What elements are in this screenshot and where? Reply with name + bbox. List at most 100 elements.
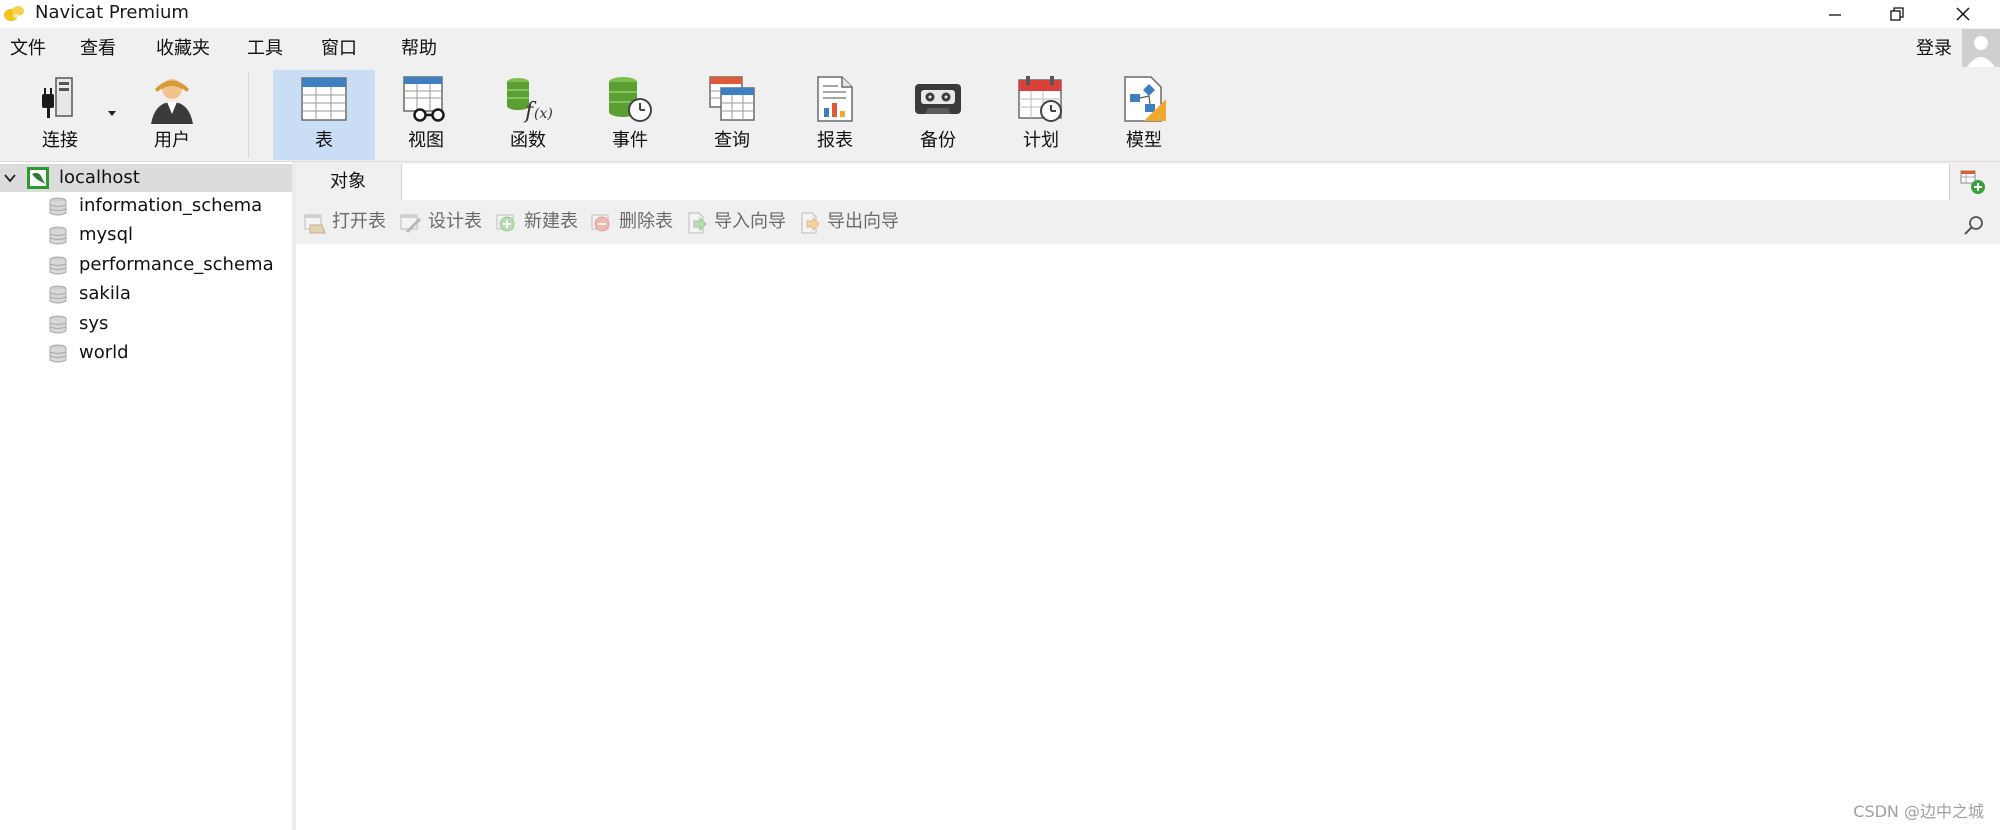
toolbar-function-label: 函数 <box>510 130 546 151</box>
toolbar-query[interactable]: 查询 <box>681 70 783 160</box>
toolbar-report-label: 报表 <box>817 130 853 151</box>
close-button[interactable] <box>1932 0 1994 28</box>
open-table-button[interactable]: 打开表 <box>304 208 396 236</box>
new-table-icon <box>496 214 515 232</box>
connection-icon <box>42 77 73 118</box>
connection-dropdown-arrow-icon[interactable] <box>106 108 118 118</box>
table-icon <box>301 77 347 121</box>
database-icon <box>49 344 67 363</box>
new-table-button[interactable]: 新建表 <box>496 208 588 236</box>
tree-connection-localhost[interactable]: localhost <box>0 164 292 192</box>
model-icon <box>1124 76 1166 122</box>
design-table-icon <box>400 214 422 234</box>
watermark: CSDN @边中之城 <box>1853 802 1984 821</box>
new-tab-icon[interactable] <box>1960 169 1986 195</box>
navicat-logo-icon <box>4 6 24 21</box>
toolbar-user-label: 用户 <box>154 130 190 151</box>
new-table-label: 新建表 <box>524 211 578 232</box>
toolbar-report[interactable]: 报表 <box>784 70 886 160</box>
tree-db-label: sakila <box>79 283 131 304</box>
query-icon <box>709 76 755 121</box>
restore-button[interactable] <box>1866 0 1928 28</box>
design-table-label: 设计表 <box>428 211 482 232</box>
toolbar-connection-label: 连接 <box>42 130 78 151</box>
database-icon <box>49 285 67 304</box>
tree-db-label: sys <box>79 313 109 334</box>
svg-text:(x): (x) <box>534 106 553 122</box>
database-icon <box>49 256 67 275</box>
tree-db-sys[interactable]: sys <box>48 310 288 338</box>
toolbar-backup-label: 备份 <box>920 130 956 151</box>
tree-db-label: world <box>79 342 129 363</box>
toolbar-function[interactable]: f (x) 函数 <box>477 70 579 160</box>
user-icon <box>151 79 193 124</box>
toolbar-event-label: 事件 <box>612 130 648 151</box>
toolbar-schedule[interactable]: 计划 <box>990 70 1092 160</box>
menu-view[interactable]: 查看 <box>80 36 116 62</box>
toolbar-connection[interactable]: 连接 <box>10 70 110 160</box>
tree-db-world[interactable]: world <box>48 339 288 367</box>
event-icon <box>609 77 652 122</box>
tree-db-information-schema[interactable]: information_schema <box>48 192 288 220</box>
open-table-icon <box>304 214 326 234</box>
export-wizard-button[interactable]: 导出向导 <box>799 208 909 236</box>
toolbar-view-label: 视图 <box>408 130 444 151</box>
delete-table-label: 删除表 <box>619 211 673 232</box>
tab-objects-label: 对象 <box>330 171 366 192</box>
menu-favorites[interactable]: 收藏夹 <box>156 36 210 62</box>
tree-db-label: information_schema <box>79 195 263 216</box>
toolbar-event[interactable]: 事件 <box>579 70 681 160</box>
user-avatar[interactable] <box>1962 29 2000 67</box>
minimize-icon <box>1829 14 1841 16</box>
toolbar-table[interactable]: 表 <box>273 70 375 160</box>
tree-db-mysql[interactable]: mysql <box>48 221 288 249</box>
window-title: Navicat Premium <box>35 2 189 23</box>
toolbar-user[interactable]: 用户 <box>121 70 223 160</box>
tree-db-performance-schema[interactable]: performance_schema <box>48 251 288 279</box>
database-icon <box>49 197 67 216</box>
delete-table-icon <box>591 214 610 232</box>
design-table-button[interactable]: 设计表 <box>400 208 492 236</box>
database-icon <box>49 315 67 334</box>
menu-tools[interactable]: 工具 <box>247 36 283 62</box>
view-icon <box>403 76 445 122</box>
tab-strip-area <box>401 164 1950 200</box>
tree-db-sakila[interactable]: sakila <box>48 280 288 308</box>
toolbar-separator <box>248 72 249 158</box>
tree-connection-label: localhost <box>59 167 140 188</box>
login-link[interactable]: 登录 <box>1916 36 1952 62</box>
delete-table-button[interactable]: 删除表 <box>591 208 683 236</box>
tree-db-label: performance_schema <box>79 254 274 275</box>
toolbar-schedule-label: 计划 <box>1023 130 1059 151</box>
export-wizard-label: 导出向导 <box>827 211 899 232</box>
toolbar-table-label: 表 <box>315 130 333 151</box>
report-icon <box>817 76 853 122</box>
import-wizard-icon <box>688 212 707 234</box>
import-wizard-label: 导入向导 <box>714 211 786 232</box>
toolbar-model-label: 模型 <box>1126 130 1162 151</box>
close-icon <box>1956 7 1970 21</box>
toolbar-view[interactable]: 视图 <box>375 70 477 160</box>
menu-help[interactable]: 帮助 <box>401 36 437 62</box>
menu-file[interactable]: 文件 <box>10 36 46 62</box>
export-wizard-icon <box>801 212 820 234</box>
menu-window[interactable]: 窗口 <box>321 36 357 62</box>
toolbar-backup[interactable]: 备份 <box>887 70 989 160</box>
schedule-icon <box>1018 76 1062 122</box>
database-icon <box>49 226 67 245</box>
chevron-down-icon[interactable] <box>3 171 17 185</box>
tree-db-label: mysql <box>79 224 133 245</box>
toolbar-model[interactable]: 模型 <box>1093 70 1195 160</box>
toolbar-query-label: 查询 <box>714 130 750 151</box>
import-wizard-button[interactable]: 导入向导 <box>686 208 796 236</box>
object-list-area[interactable] <box>296 244 2000 830</box>
minimize-button[interactable] <box>1804 0 1866 28</box>
open-table-label: 打开表 <box>332 211 386 232</box>
search-icon[interactable] <box>1962 214 1986 238</box>
menu-bar <box>0 28 2000 70</box>
title-bar <box>0 0 2000 28</box>
backup-icon <box>915 84 961 114</box>
tab-objects[interactable]: 对象 <box>296 164 400 200</box>
restore-icon <box>1890 7 1904 21</box>
function-icon: f (x) <box>507 78 553 124</box>
